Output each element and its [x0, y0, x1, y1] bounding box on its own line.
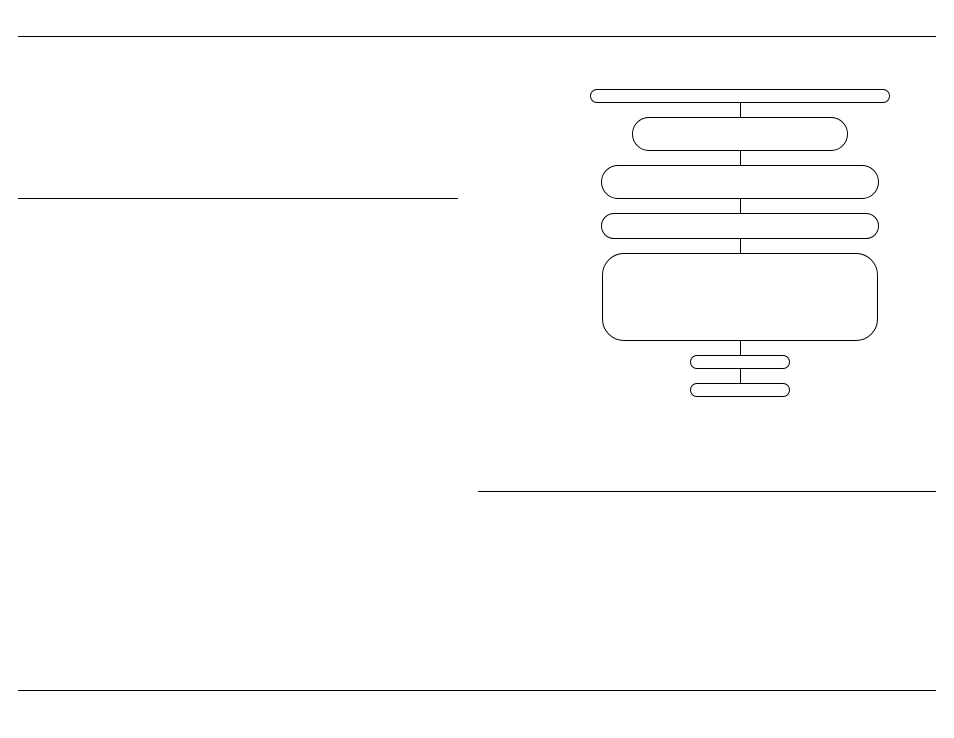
flow-diagram [590, 89, 890, 397]
flow-node [690, 355, 790, 369]
flow-connector [740, 151, 741, 165]
flow-node [590, 89, 890, 103]
flow-connector [740, 103, 741, 117]
flow-node [632, 117, 848, 151]
flow-connector [740, 369, 741, 383]
horizontal-rule [478, 491, 936, 492]
flow-node [601, 165, 879, 199]
flow-node [602, 253, 878, 341]
flow-node [601, 213, 879, 239]
flow-node [690, 383, 790, 397]
horizontal-rule [18, 198, 458, 199]
horizontal-rule [18, 690, 936, 691]
flow-connector [740, 239, 741, 253]
flow-connector [740, 341, 741, 355]
flow-connector [740, 199, 741, 213]
horizontal-rule [18, 36, 936, 37]
